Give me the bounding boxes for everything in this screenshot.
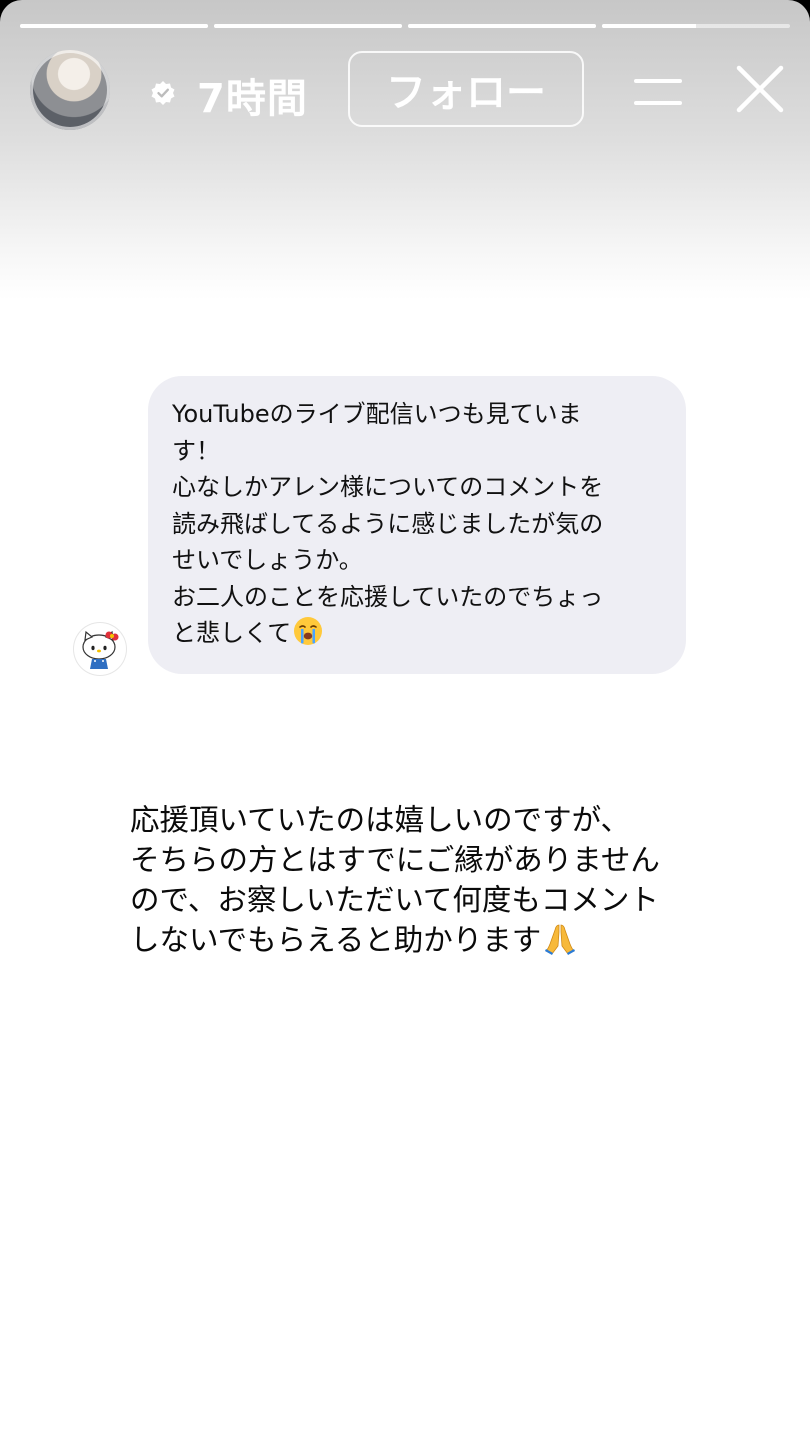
- close-icon[interactable]: [734, 63, 786, 115]
- story-progress-bar: [20, 24, 790, 29]
- verified-badge-icon: [151, 81, 175, 105]
- folded-hands-emoji-icon: [545, 924, 576, 955]
- progress-segment: [602, 24, 790, 28]
- question-line: せいでしょうか。: [172, 546, 363, 574]
- question-bubble: YouTubeのライブ配信いつも見ていま す！ 心なしかアレン様についてのコメン…: [148, 376, 686, 674]
- answer-line: そちらの方とはすでにご縁がありません: [130, 843, 660, 877]
- question-line: 心なしかアレン様についてのコメントを: [172, 473, 604, 501]
- question-line: と悲しくて: [172, 619, 292, 647]
- answer-line: 応援頂いていたのは嬉しいのですが、: [130, 803, 631, 837]
- story-time: 7時間: [197, 76, 308, 122]
- profile-avatar[interactable]: [30, 50, 110, 130]
- story-header: 7時間 フォロー: [0, 50, 810, 132]
- answer-line: しないでもらえると助かります: [130, 923, 542, 957]
- hello-kitty-icon: [82, 630, 119, 669]
- crying-face-emoji-icon: [294, 617, 323, 645]
- question-line: お二人のことを応援していたのでちょっ: [172, 582, 604, 611]
- progress-segment: [20, 24, 208, 28]
- hello-kitty-avatar: [74, 623, 126, 675]
- progress-segment: [214, 24, 402, 28]
- menu-icon[interactable]: [632, 76, 684, 108]
- question-line: YouTubeのライブ配信いつも見ていま: [172, 400, 582, 428]
- question-line: 読み飛ばしてるように感じましたが気の: [172, 509, 604, 538]
- follow-button[interactable]: フォロー: [348, 51, 584, 127]
- story-viewer[interactable]: 7時間 フォロー YouTubeのライブ配信いつも見ていま す！ 心なしかアレン…: [0, 0, 810, 1440]
- question-line: す！: [172, 436, 220, 465]
- answer-text: 応援頂いていたのは嬉しいのですが、 そちらの方とはすでにご縁がありません ので、…: [130, 800, 750, 960]
- progress-segment: [408, 24, 596, 28]
- question-line-last: と悲しくて: [172, 615, 664, 652]
- answer-line: ので、お察しいただいて何度もコメント: [130, 883, 659, 917]
- answer-line-last: しないでもらえると助かります: [130, 920, 750, 960]
